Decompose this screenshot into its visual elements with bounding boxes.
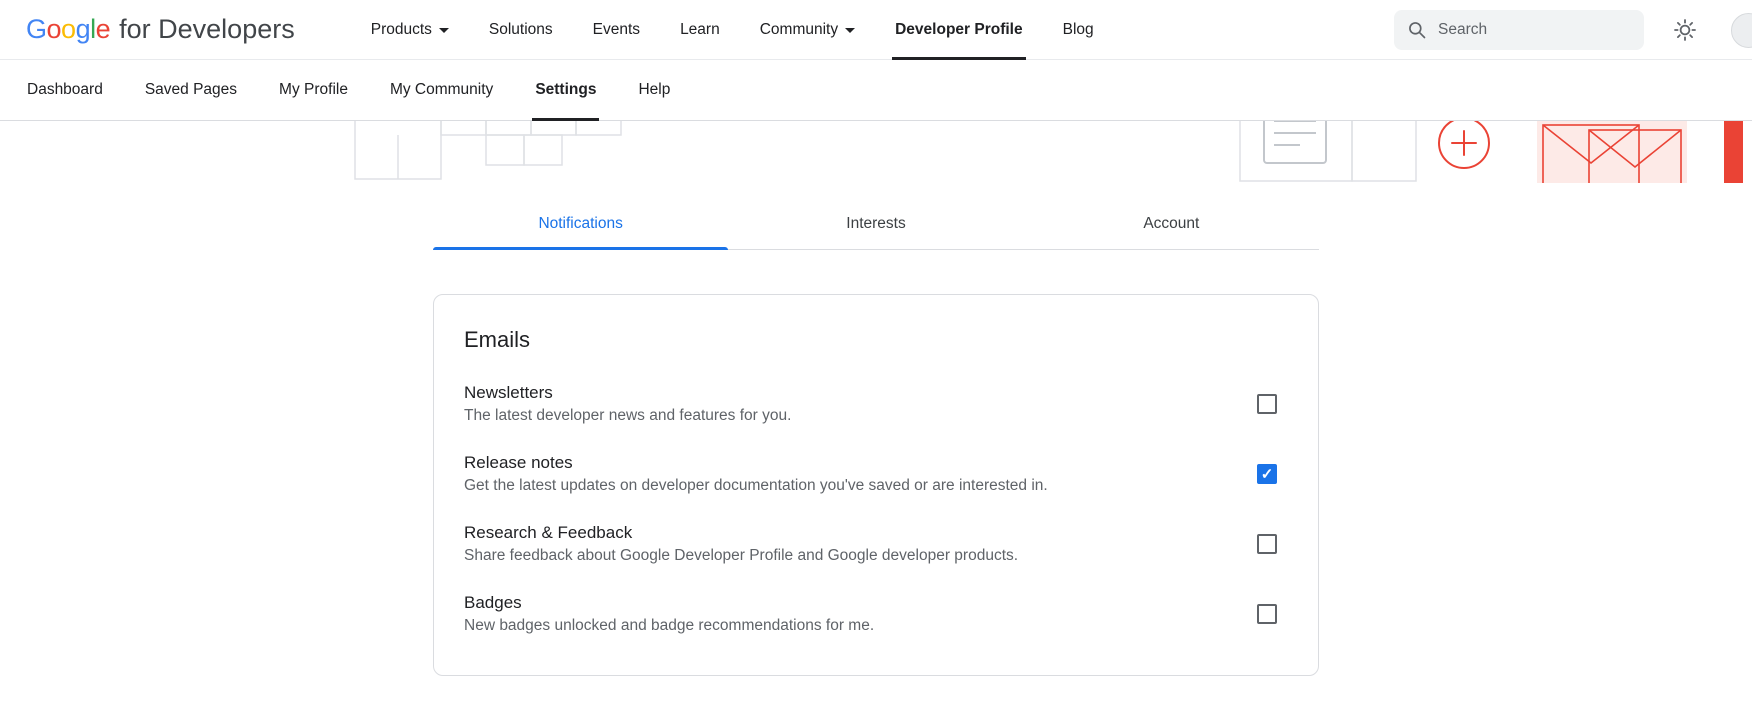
email-row-description: New badges unlocked and badge recommenda… bbox=[464, 617, 874, 635]
email-row-badges: Badges New badges unlocked and badge rec… bbox=[464, 593, 1288, 635]
email-row-title: Research & Feedback bbox=[464, 523, 1018, 543]
nav-label: Learn bbox=[680, 21, 720, 39]
nav-label: Products bbox=[371, 21, 432, 39]
hero-banner bbox=[0, 121, 1752, 183]
email-row-release-notes: Release notes Get the latest updates on … bbox=[464, 453, 1288, 495]
envelopes-illustration bbox=[1537, 121, 1687, 183]
email-row-title: Badges bbox=[464, 593, 874, 613]
checkbox-research-feedback[interactable] bbox=[1257, 534, 1277, 554]
settings-tabs: Notifications Interests Account bbox=[433, 201, 1319, 250]
nav-item-learn[interactable]: Learn bbox=[660, 0, 740, 59]
email-row-text: Research & Feedback Share feedback about… bbox=[464, 523, 1018, 565]
email-row-title: Release notes bbox=[464, 453, 1048, 473]
nav-label: Developer Profile bbox=[895, 21, 1023, 39]
header-actions bbox=[1394, 10, 1700, 50]
subnav-item-my-community[interactable]: My Community bbox=[369, 60, 514, 120]
nav-item-blog[interactable]: Blog bbox=[1043, 0, 1114, 59]
nav-label: Solutions bbox=[489, 21, 553, 39]
main-nav: Products Solutions Events Learn Communit… bbox=[351, 0, 1114, 59]
email-row-text: Release notes Get the latest updates on … bbox=[464, 453, 1048, 495]
nav-label: Blog bbox=[1063, 21, 1094, 39]
google-developers-logo[interactable]: Google for Developers bbox=[26, 14, 295, 45]
logo-suffix: for Developers bbox=[119, 14, 295, 45]
banner-grid-illustration bbox=[352, 121, 642, 183]
nav-item-events[interactable]: Events bbox=[573, 0, 660, 59]
plus-circle-icon bbox=[1437, 121, 1491, 170]
card-title: Emails bbox=[464, 327, 1288, 353]
email-row-description: Share feedback about Google Developer Pr… bbox=[464, 547, 1018, 565]
search-icon bbox=[1407, 20, 1427, 40]
nav-item-solutions[interactable]: Solutions bbox=[469, 0, 573, 59]
subnav-item-settings[interactable]: Settings bbox=[514, 60, 617, 120]
subnav-item-help[interactable]: Help bbox=[617, 60, 691, 120]
nav-item-developer-profile[interactable]: Developer Profile bbox=[875, 0, 1043, 59]
subnav-item-dashboard[interactable]: Dashboard bbox=[6, 60, 124, 120]
nav-label: Events bbox=[593, 21, 640, 39]
google-wordmark: Google bbox=[26, 14, 110, 45]
top-header: Google for Developers Products Solutions… bbox=[0, 0, 1752, 60]
nav-label: Community bbox=[760, 21, 838, 39]
banner-document-illustration bbox=[1238, 121, 1418, 183]
nav-item-products[interactable]: Products bbox=[351, 0, 469, 59]
search-box[interactable] bbox=[1394, 10, 1644, 50]
search-input[interactable] bbox=[1438, 21, 1631, 39]
profile-subnav: Dashboard Saved Pages My Profile My Comm… bbox=[0, 60, 1752, 121]
tab-notifications[interactable]: Notifications bbox=[433, 201, 728, 249]
settings-content: Notifications Interests Account Emails N… bbox=[433, 201, 1319, 676]
email-row-description: The latest developer news and features f… bbox=[464, 407, 791, 425]
tab-interests[interactable]: Interests bbox=[728, 201, 1023, 249]
checkbox-release-notes[interactable] bbox=[1257, 464, 1277, 484]
email-row-text: Newsletters The latest developer news an… bbox=[464, 383, 791, 425]
chevron-down-icon bbox=[845, 28, 855, 33]
subnav-item-saved-pages[interactable]: Saved Pages bbox=[124, 60, 258, 120]
emails-card: Emails Newsletters The latest developer … bbox=[433, 294, 1319, 676]
theme-toggle-button[interactable] bbox=[1670, 15, 1700, 45]
nav-item-community[interactable]: Community bbox=[740, 0, 875, 59]
banner-red-bar bbox=[1724, 121, 1743, 183]
checkbox-badges[interactable] bbox=[1257, 604, 1277, 624]
subnav-item-my-profile[interactable]: My Profile bbox=[258, 60, 369, 120]
email-row-text: Badges New badges unlocked and badge rec… bbox=[464, 593, 874, 635]
checkbox-newsletters[interactable] bbox=[1257, 394, 1277, 414]
user-avatar[interactable] bbox=[1731, 13, 1752, 48]
chevron-down-icon bbox=[439, 28, 449, 33]
email-row-research-feedback: Research & Feedback Share feedback about… bbox=[464, 523, 1288, 565]
tab-account[interactable]: Account bbox=[1024, 201, 1319, 249]
email-row-description: Get the latest updates on developer docu… bbox=[464, 477, 1048, 495]
sun-icon bbox=[1673, 18, 1697, 42]
email-row-newsletters: Newsletters The latest developer news an… bbox=[464, 383, 1288, 425]
email-row-title: Newsletters bbox=[464, 383, 791, 403]
